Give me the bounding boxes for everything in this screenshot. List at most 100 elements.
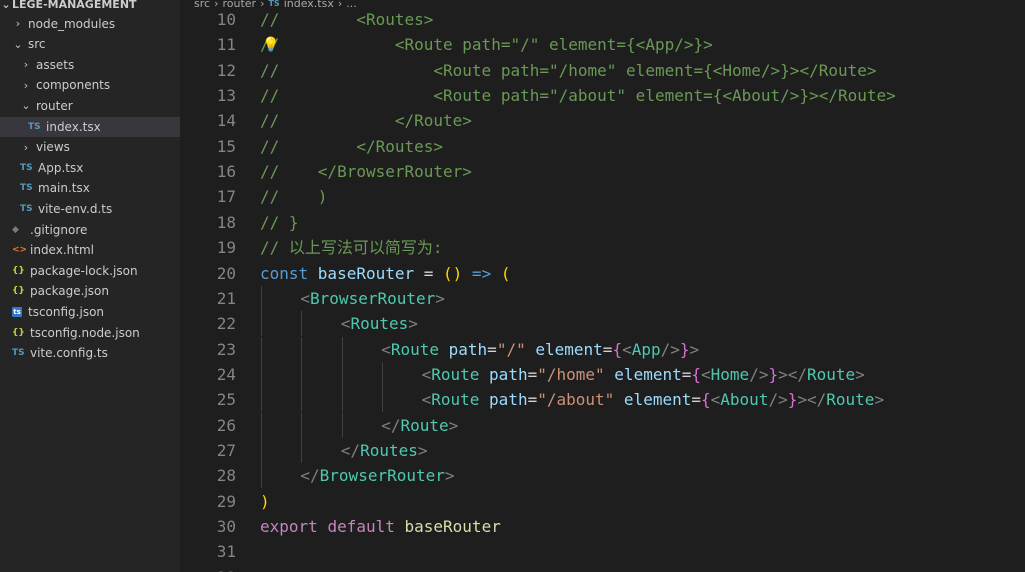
code-line[interactable]: 19 // 以上写法可以简写为: bbox=[180, 235, 1025, 260]
code-line[interactable]: 13 // <Route path="/about" element={<Abou… bbox=[180, 83, 1025, 108]
explorer-file[interactable]: TS vite-env.d.ts bbox=[0, 199, 180, 219]
line-number: 32 bbox=[180, 565, 236, 572]
json-file-icon: {} bbox=[12, 286, 25, 297]
explorer-folder[interactable]: › views bbox=[0, 137, 180, 157]
chevron-right-icon: › bbox=[23, 78, 29, 92]
code-line[interactable]: 14 // </Route> bbox=[180, 108, 1025, 133]
explorer-item-label: vite-env.d.ts bbox=[38, 201, 113, 216]
explorer-item-label: package.json bbox=[30, 284, 110, 299]
ts-file-icon: TS bbox=[20, 162, 33, 173]
indent-guide bbox=[261, 336, 262, 362]
code-text: <BrowserRouter> bbox=[300, 288, 445, 308]
lightbulb-icon[interactable]: 💡 bbox=[262, 33, 279, 58]
code-line[interactable]: 32 bbox=[180, 565, 1025, 572]
code-line[interactable]: 12 // <Route path="/home" element={<Home/… bbox=[180, 58, 1025, 83]
git-file-icon: ◆ bbox=[12, 224, 19, 235]
indent-guide bbox=[261, 387, 262, 413]
code-line[interactable]: 31 bbox=[180, 539, 1025, 564]
explorer-file[interactable]: <> index.html bbox=[0, 240, 180, 260]
code-line[interactable]: 17 // ) bbox=[180, 184, 1025, 209]
line-number: 16 bbox=[216, 162, 236, 182]
indent-guide bbox=[261, 285, 262, 311]
explorer-root-folder[interactable]: ⌄ LEGE-MANAGEMENT bbox=[0, 0, 180, 14]
code-editor[interactable]: src › router › TS index.tsx › ... 10// <… bbox=[180, 0, 1025, 572]
code-text: // </BrowserRouter> bbox=[260, 162, 472, 182]
explorer-file[interactable]: ts tsconfig.json bbox=[0, 302, 180, 322]
explorer-item-label: src bbox=[28, 37, 46, 52]
explorer-file[interactable]: {} package.json bbox=[0, 281, 180, 301]
indent-guide bbox=[301, 311, 303, 337]
explorer-file[interactable]: ◆ .gitignore bbox=[0, 220, 180, 240]
indent-guide bbox=[261, 412, 262, 438]
code-text: const baseRouter = () => ( bbox=[260, 263, 511, 283]
html-file-icon: <> bbox=[12, 245, 28, 256]
code-line[interactable]: 10 // <Routes> bbox=[180, 7, 1025, 32]
explorer-item-label: index.tsx bbox=[46, 119, 101, 134]
explorer-folder[interactable]: ⌄ router bbox=[0, 96, 180, 116]
code-line[interactable]: 22 <Routes> bbox=[180, 311, 1025, 337]
code-line[interactable]: 24 <Route path="/home" element={<Home/>}>… bbox=[180, 361, 1025, 387]
code-line[interactable]: 29) bbox=[180, 489, 1025, 514]
line-number: 25 bbox=[216, 390, 236, 410]
line-number: 31 bbox=[216, 542, 236, 562]
explorer-file[interactable]: TS main.tsx bbox=[0, 178, 180, 198]
indent-guide bbox=[341, 412, 343, 438]
json-file-icon: {} bbox=[12, 265, 25, 276]
code-line[interactable]: 15 // </Routes> bbox=[180, 134, 1025, 159]
code-text: // <Route path="/" element={<App/>}> bbox=[260, 35, 713, 55]
ts-file-icon: TS bbox=[28, 121, 41, 132]
explorer-file[interactable]: {} tsconfig.node.json bbox=[0, 323, 180, 343]
line-number: 27 bbox=[216, 440, 236, 460]
code-text: ) bbox=[260, 491, 270, 511]
explorer-item-label: App.tsx bbox=[38, 160, 84, 175]
code-line[interactable]: 16 // </BrowserRouter> bbox=[180, 159, 1025, 184]
explorer-folder[interactable]: ⌄ src bbox=[0, 34, 180, 54]
explorer-folder[interactable]: › assets bbox=[0, 55, 180, 75]
code-text: </Route> bbox=[381, 415, 459, 435]
line-number: 18 bbox=[216, 212, 236, 232]
code-text: // 以上写法可以简写为: bbox=[260, 238, 443, 258]
code-line[interactable]: 25 <Route path="/about" element={<About/>… bbox=[180, 387, 1025, 413]
line-number: 28 bbox=[216, 466, 236, 486]
indent-guide bbox=[301, 437, 303, 463]
code-text: <Route path="/home" element={<Home/>}></… bbox=[421, 364, 865, 384]
indent-guide bbox=[301, 387, 303, 413]
code-line[interactable]: 26 </Route> bbox=[180, 412, 1025, 438]
indent-guide bbox=[261, 437, 262, 463]
line-number: 11 bbox=[216, 35, 236, 55]
chevron-down-icon: ⌄ bbox=[13, 37, 23, 51]
code-line[interactable]: 23 <Route path="/" element={<App/>}> bbox=[180, 336, 1025, 362]
explorer-item-label: index.html bbox=[30, 243, 94, 258]
indent-guide bbox=[261, 463, 262, 489]
code-text: export default baseRouter bbox=[260, 517, 501, 536]
code-line[interactable]: 21 <BrowserRouter> bbox=[180, 285, 1025, 311]
ts-file-icon: TS bbox=[20, 183, 33, 194]
code-text: // <Route path="/home" element={<Home/>}… bbox=[260, 60, 877, 80]
code-line[interactable]: 28 </BrowserRouter> bbox=[180, 463, 1025, 489]
explorer-folder[interactable]: › node_modules bbox=[0, 14, 180, 34]
explorer-item-label: components bbox=[36, 78, 111, 93]
code-text: // </Routes> bbox=[260, 136, 444, 156]
explorer-folder[interactable]: › components bbox=[0, 75, 180, 95]
line-number: 17 bbox=[216, 187, 236, 207]
line-number: 21 bbox=[216, 288, 236, 308]
code-text: <Routes> bbox=[340, 314, 418, 334]
code-text: // </Route> bbox=[260, 111, 472, 131]
code-line[interactable]: 30 export default baseRouter bbox=[180, 514, 1025, 539]
explorer-root-label: LEGE-MANAGEMENT bbox=[12, 0, 137, 11]
line-number: 23 bbox=[216, 339, 236, 359]
indent-guide bbox=[301, 412, 303, 438]
explorer-file[interactable]: TS App.tsx bbox=[0, 158, 180, 178]
code-line[interactable]: 27 </Routes> bbox=[180, 437, 1025, 463]
code-line[interactable]: 20 const baseRouter = () => ( bbox=[180, 261, 1025, 286]
code-line[interactable]: 11 // <Route path="/" element={<App/>}> 💡 bbox=[180, 32, 1025, 57]
code-text: // <Routes> bbox=[260, 10, 434, 29]
chevron-right-icon: › bbox=[15, 17, 21, 30]
explorer-file[interactable]: TS vite.config.ts bbox=[0, 343, 180, 363]
code-line[interactable]: 18 // } bbox=[180, 210, 1025, 235]
explorer-file[interactable]: {} package-lock.json bbox=[0, 261, 180, 281]
json-file-icon: {} bbox=[12, 327, 25, 338]
line-number: 13 bbox=[216, 86, 236, 106]
indent-guide bbox=[341, 361, 343, 387]
explorer-file[interactable]: TS index.tsx bbox=[0, 116, 180, 137]
